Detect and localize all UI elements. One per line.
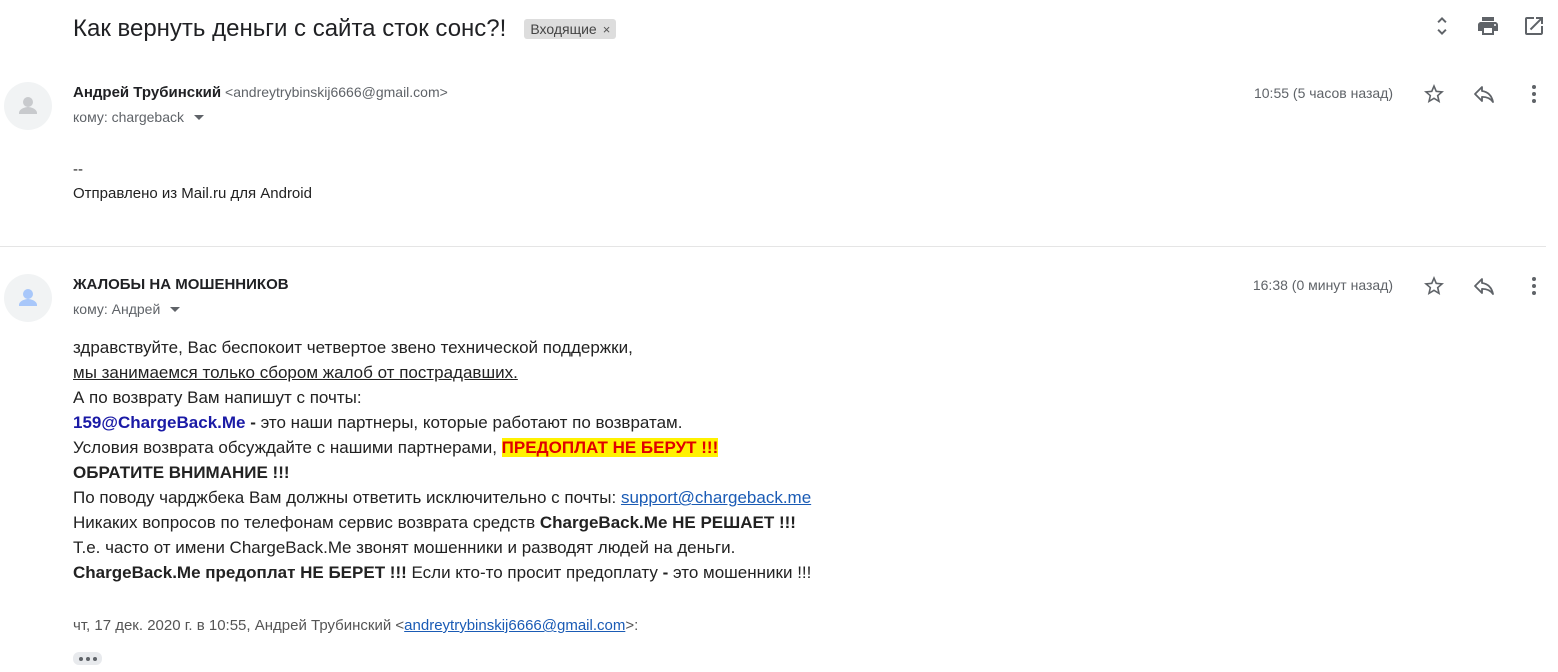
expand-collapse-icon[interactable] — [1430, 14, 1454, 38]
ellipsis-icon — [92, 656, 97, 661]
body-line: ОБРАТИТЕ ВНИМАНИЕ !!! — [73, 460, 1173, 485]
body-text: это мошенники !!! — [668, 563, 812, 582]
sender-avatar[interactable] — [4, 274, 52, 322]
body-line: Т.е. часто от имени ChargeBack.Me звонят… — [73, 538, 736, 557]
body-text: Условия возврата обсуждайте с нашими пар… — [73, 438, 502, 457]
recipient-text: кому: chargeback — [73, 109, 185, 125]
body-bold: ChargeBack.Me НЕ РЕШАЕТ !!! — [539, 513, 796, 532]
label-chip-inbox[interactable]: Входящие × — [524, 19, 617, 39]
support-email-link[interactable]: support@chargeback.me — [621, 488, 811, 507]
thread-subject: Как вернуть деньги с сайта сток сонс?! — [73, 15, 507, 42]
more-vert-icon[interactable] — [1522, 82, 1546, 106]
highlight-warning: ПРЕДОПЛАТ НЕ БЕРУТ !!! — [501, 438, 719, 457]
ellipsis-icon — [78, 656, 83, 661]
body-line: здравствуйте, Вас беспокоит четвертое зв… — [73, 338, 633, 357]
recipient-text: кому: Андрей — [73, 301, 161, 317]
message-sender: ЖАЛОБЫ НА МОШЕННИКОВ — [73, 276, 289, 293]
body-line: По поводу чарджбека Вам должны ответить … — [73, 485, 1173, 510]
message-time: 10:55 (5 часов назад) — [1253, 85, 1393, 101]
attention-heading: ОБРАТИТЕ ВНИМАНИЕ !!! — [73, 463, 290, 482]
open-in-new-window-icon[interactable] — [1522, 14, 1546, 38]
body-text: По поводу чарджбека Вам должны ответить … — [73, 488, 621, 507]
sender-name[interactable]: Андрей Трубинский — [73, 84, 221, 101]
quoted-header: чт, 17 дек. 2020 г. в 10:55, Андрей Труб… — [73, 617, 638, 634]
partner-email: 159@ChargeBack.Me — [73, 413, 246, 432]
show-details-icon[interactable] — [170, 306, 181, 312]
star-icon[interactable] — [1422, 82, 1446, 106]
label-chip-text: Входящие — [530, 21, 597, 37]
sender-name[interactable]: ЖАЛОБЫ НА МОШЕННИКОВ — [73, 276, 289, 293]
body-line: Никаких вопросов по телефонам сервис воз… — [73, 510, 1173, 535]
quoted-email-link[interactable]: andreytrybinskij6666@gmail.com — [404, 617, 625, 634]
recipient-line: кому: chargeback — [73, 109, 205, 125]
quoted-prefix: чт, 17 дек. 2020 г. в 10:55, Андрей Труб… — [73, 617, 405, 634]
body-line: мы занимаемся только сбором жалоб от пос… — [73, 363, 518, 382]
thread-toolbar — [1430, 14, 1546, 38]
signature-text: Отправлено из Mail.ru для Android — [73, 185, 312, 202]
print-icon[interactable] — [1476, 14, 1500, 38]
body-text: это наши партнеры, которые работают по в… — [260, 413, 683, 432]
show-details-icon[interactable] — [194, 114, 205, 120]
message-actions — [1422, 82, 1546, 106]
more-vert-icon[interactable] — [1522, 274, 1546, 298]
quoted-suffix: >: — [625, 617, 639, 634]
body-line: 159@ChargeBack.Me - это наши партнеры, к… — [73, 410, 1173, 435]
message-body: здравствуйте, Вас беспокоит четвертое зв… — [73, 335, 1173, 585]
message-sender: Андрей Трубинский <andreytrybinskij6666@g… — [73, 84, 448, 101]
signature-separator: -- — [73, 161, 83, 178]
show-trimmed-content-button[interactable] — [73, 652, 102, 665]
body-bold: ChargeBack.Me предоплат НЕ БЕРЕТ !!! — [73, 563, 407, 582]
sender-email: <andreytrybinskij6666@gmail.com> — [225, 84, 448, 100]
body-text: Никаких вопросов по телефонам сервис воз… — [73, 513, 540, 532]
body-line: ChargeBack.Me предоплат НЕ БЕРЕТ !!! Есл… — [73, 560, 1173, 585]
body-line: Условия возврата обсуждайте с нашими пар… — [73, 435, 1173, 460]
message-actions — [1422, 274, 1546, 298]
sender-avatar[interactable] — [4, 82, 52, 130]
star-icon[interactable] — [1422, 274, 1446, 298]
recipient-line: кому: Андрей — [73, 301, 181, 317]
body-dash: - — [245, 413, 261, 432]
message-time: 16:38 (0 минут назад) — [1252, 277, 1393, 293]
body-line: А по возврату Вам напишут с почты: — [73, 388, 362, 407]
remove-label-button[interactable]: × — [603, 22, 611, 37]
reply-icon[interactable] — [1472, 274, 1496, 298]
ellipsis-icon — [85, 656, 90, 661]
reply-icon[interactable] — [1472, 82, 1496, 106]
thread-header: Как вернуть деньги с сайта сток сонс?! В… — [73, 10, 617, 48]
message-divider — [0, 246, 1546, 247]
body-text: Если кто-то просит предоплату — [406, 563, 663, 582]
